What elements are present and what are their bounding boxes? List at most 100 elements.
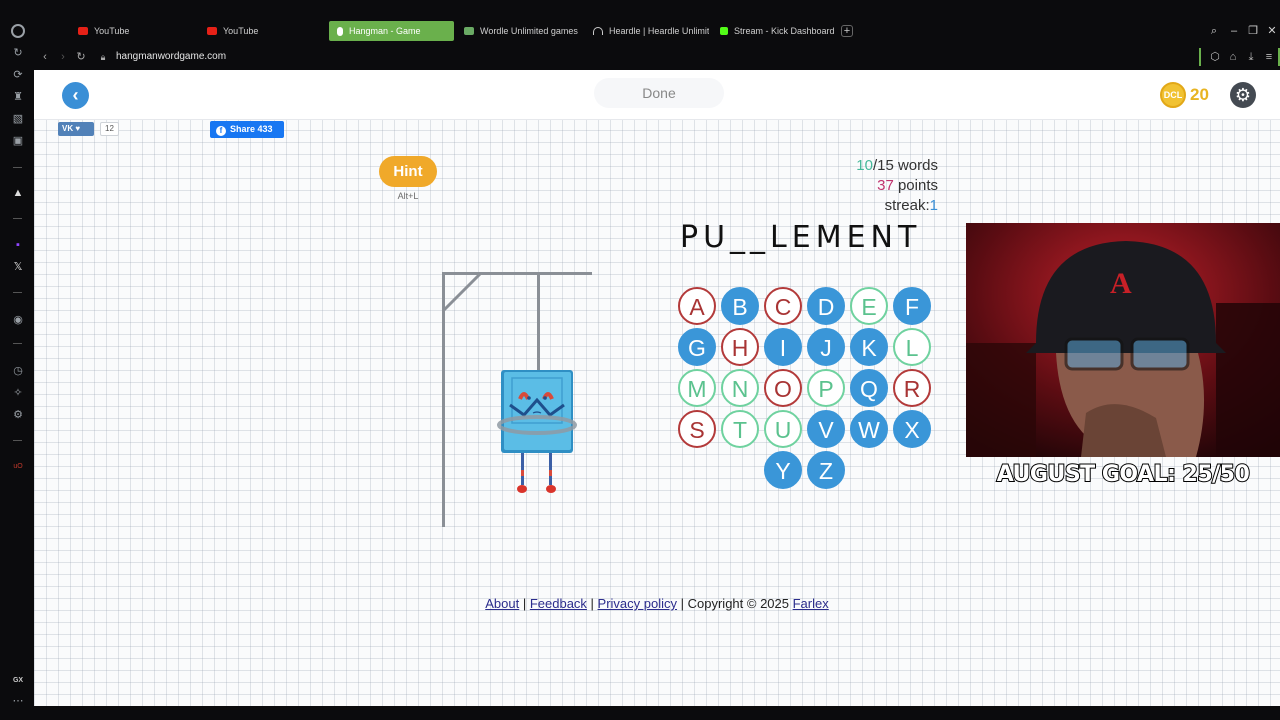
letter-key-k[interactable]: K — [850, 328, 888, 366]
game-stats: 10/15 words 37 points streak:1 — [856, 156, 938, 216]
vk-like-button[interactable]: VK ♥ — [58, 122, 94, 136]
back-nav-icon[interactable]: ‹ — [38, 50, 52, 64]
tab-hangman[interactable]: Hangman - Game — [329, 21, 454, 41]
letter-key-p: P — [807, 369, 845, 407]
settings-icon[interactable]: ⚙ — [11, 408, 25, 422]
farlex-link[interactable]: Farlex — [793, 596, 829, 611]
letter-key-g[interactable]: G — [678, 328, 716, 366]
privacy-policy-link[interactable]: Privacy policy — [598, 596, 677, 611]
tab-label: YouTube — [223, 26, 259, 36]
hint-button[interactable]: Hint — [379, 156, 437, 187]
refresh-icon[interactable]: ↻ — [11, 46, 25, 60]
download-icon[interactable]: ⤓ — [1244, 50, 1258, 64]
svg-text:A: A — [1110, 267, 1132, 300]
forward-nav-icon[interactable]: › — [56, 50, 70, 64]
wallet-icon[interactable]: ⌂ — [1226, 50, 1240, 64]
letter-key-z[interactable]: Z — [807, 451, 845, 489]
points-label: points — [893, 177, 938, 194]
address-bar: ‹ › ↻ 🔒︎ hangmanwordgame.com ⬡ ⌂ ⤓ ≡ — [34, 44, 1280, 70]
browser-tab-bar: YouTube YouTube Hangman - Game Wordle Un… — [0, 0, 1280, 44]
history-icon[interactable]: ◷ — [11, 364, 25, 378]
feedback-link[interactable]: Feedback — [530, 596, 587, 611]
close-icon[interactable]: ✕ — [1265, 24, 1279, 38]
extensions-toolbar-icon[interactable]: ⬡ — [1208, 50, 1222, 64]
browser-sidebar: ↻ ⟳ ♜ ▧ ▣ ▲ ▪ 𝕏 ◉ ◷ ✧ ⚙ uO GX ⋯ — [0, 0, 34, 720]
letter-key-v[interactable]: V — [807, 410, 845, 448]
messenger-icon[interactable]: ▣ — [11, 134, 25, 148]
new-tab-button[interactable]: + — [841, 25, 853, 37]
footer-separator: | — [677, 596, 688, 611]
settings-button[interactable]: ⚙ — [1230, 82, 1256, 108]
letter-key-i[interactable]: I — [764, 328, 802, 366]
url-field[interactable]: hangmanwordgame.com — [116, 51, 226, 62]
maximize-icon[interactable]: ❐ — [1246, 24, 1260, 38]
tab-kick[interactable]: Stream - Kick Dashboard — [712, 21, 840, 41]
points-display: 37 points — [856, 176, 938, 196]
opera-logo-icon[interactable] — [11, 24, 25, 38]
tab-label: Stream - Kick Dashboard — [734, 26, 835, 36]
letter-key-d[interactable]: D — [807, 287, 845, 325]
footer-separator: | — [586, 596, 598, 611]
twitch-icon[interactable]: ▪ — [11, 238, 25, 252]
letter-key-f[interactable]: F — [893, 287, 931, 325]
letter-key-q[interactable]: Q — [850, 369, 888, 407]
facebook-icon: f — [216, 126, 226, 136]
copyright-text: Copyright © 2025 — [687, 596, 793, 611]
letter-key-s: S — [678, 410, 716, 448]
minimize-icon[interactable]: – — [1227, 24, 1241, 38]
words-total: /15 words — [872, 157, 938, 174]
book-character — [497, 370, 577, 493]
x-twitter-icon[interactable]: 𝕏 — [11, 260, 25, 274]
gx-control-icon[interactable]: ♜ — [11, 90, 25, 104]
tab-wordle[interactable]: Wordle Unlimited games — [456, 21, 580, 41]
footer-separator: | — [519, 596, 530, 611]
lock-icon: 🔒︎ — [100, 52, 106, 62]
letter-key-j[interactable]: J — [807, 328, 845, 366]
letter-key-b[interactable]: B — [721, 287, 759, 325]
extensions-icon[interactable]: ✧ — [11, 386, 25, 400]
facebook-share-button[interactable]: f Share 433 — [210, 121, 284, 138]
coins-display: DCL 20 — [1160, 82, 1209, 108]
letter-key-x[interactable]: X — [893, 410, 931, 448]
letter-key-h: H — [721, 328, 759, 366]
about-link[interactable]: About — [485, 596, 519, 611]
letter-key-c: C — [764, 287, 802, 325]
reload-icon[interactable]: ⟳ — [11, 68, 25, 82]
tab-label: YouTube — [94, 26, 130, 36]
letter-key-w[interactable]: W — [850, 410, 888, 448]
kick-icon — [720, 27, 728, 35]
tab-label: Hangman - Game — [349, 26, 421, 36]
youtube-icon — [78, 27, 88, 35]
game-header: ‹ Done DCL 20 ⚙ — [34, 70, 1280, 120]
tab-youtube-2[interactable]: YouTube — [199, 21, 324, 41]
menu-icon[interactable]: ≡ — [1262, 50, 1276, 64]
search-icon[interactable]: ⌕ — [1207, 24, 1221, 38]
gx-label: GX — [12, 677, 24, 684]
speed-dial-icon[interactable]: ▧ — [11, 112, 25, 126]
youtube-icon — [207, 27, 217, 35]
tab-heardle[interactable]: Heardle | Heardle Unlimit — [585, 21, 709, 41]
page-footer: About | Feedback | Privacy policy | Copy… — [34, 596, 1280, 611]
reload-nav-icon[interactable]: ↻ — [74, 50, 88, 64]
letter-key-o: O — [764, 369, 802, 407]
tab-label: Heardle | Heardle Unlimit — [609, 26, 709, 36]
webcam-overlay: A — [966, 223, 1280, 457]
words-progress: 10/15 words — [856, 156, 938, 176]
ublock-icon[interactable]: uO — [11, 460, 25, 474]
letter-key-y[interactable]: Y — [764, 451, 802, 489]
fb-share-label: Share — [230, 124, 256, 134]
aria-icon[interactable]: ▲ — [11, 186, 25, 200]
lightbulb-icon — [337, 26, 343, 36]
coin-icon: DCL — [1160, 82, 1186, 108]
back-button[interactable]: ‹ — [62, 82, 89, 109]
puzzle-word: PU__LEMENT — [680, 220, 922, 255]
player-icon[interactable]: ◉ — [11, 313, 25, 327]
letter-key-e: E — [850, 287, 888, 325]
hangman-gallows — [442, 271, 592, 527]
headphones-icon — [593, 27, 603, 35]
more-icon[interactable]: ⋯ — [11, 694, 25, 708]
tab-youtube-1[interactable]: YouTube — [70, 21, 195, 41]
done-button[interactable]: Done — [594, 78, 724, 108]
letter-key-u: U — [764, 410, 802, 448]
letter-key-t: T — [721, 410, 759, 448]
